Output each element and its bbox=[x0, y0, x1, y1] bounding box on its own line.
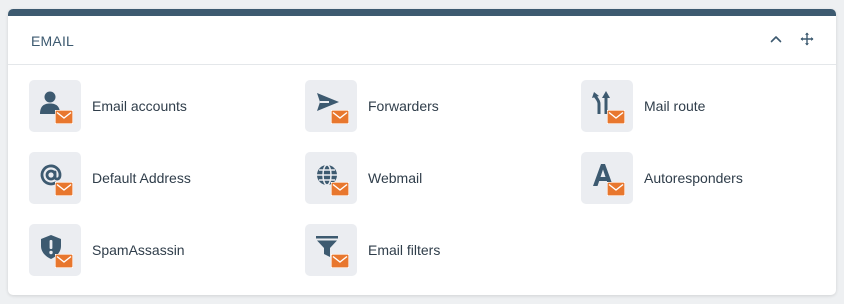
forwarders-tile bbox=[305, 80, 357, 132]
item-label: Email filters bbox=[368, 242, 441, 258]
spamassassin-item[interactable]: SpamAssassin bbox=[29, 224, 185, 276]
webmail-tile bbox=[305, 152, 357, 204]
item-label: SpamAssassin bbox=[92, 242, 185, 258]
item-label: Default Address bbox=[92, 170, 191, 186]
spamassassin-tile bbox=[29, 224, 81, 276]
default-address-tile bbox=[29, 152, 81, 204]
mail-route-item[interactable]: Mail route bbox=[581, 80, 705, 132]
email-filters-item[interactable]: Email filters bbox=[305, 224, 440, 276]
email-panel: EMAIL Email accounts Forwarders Mail rou… bbox=[8, 9, 836, 295]
envelope-icon bbox=[55, 110, 73, 124]
envelope-icon bbox=[331, 110, 349, 124]
chevron-up-icon bbox=[770, 36, 782, 43]
envelope-icon bbox=[607, 182, 625, 196]
autoresponders-item[interactable]: Autoresponders bbox=[581, 152, 743, 204]
envelope-icon bbox=[331, 182, 349, 196]
envelope-icon bbox=[607, 110, 625, 124]
item-label: Webmail bbox=[368, 170, 423, 186]
email-accounts-item[interactable]: Email accounts bbox=[29, 80, 187, 132]
mail-route-tile bbox=[581, 80, 633, 132]
item-label: Email accounts bbox=[92, 98, 187, 114]
envelope-icon bbox=[55, 182, 73, 196]
autoresponders-tile bbox=[581, 152, 633, 204]
move-arrows-icon bbox=[800, 32, 814, 46]
move-handle[interactable] bbox=[797, 29, 817, 49]
panel-title: EMAIL bbox=[31, 33, 75, 49]
panel-header: EMAIL bbox=[8, 16, 836, 65]
item-label: Forwarders bbox=[368, 98, 439, 114]
forwarders-item[interactable]: Forwarders bbox=[305, 80, 439, 132]
item-label: Mail route bbox=[644, 98, 706, 114]
envelope-icon bbox=[331, 254, 349, 268]
email-accounts-tile bbox=[29, 80, 81, 132]
item-label: Autoresponders bbox=[644, 170, 743, 186]
collapse-button[interactable] bbox=[766, 29, 786, 49]
panel-accent-bar bbox=[8, 9, 836, 16]
envelope-icon bbox=[55, 254, 73, 268]
email-filters-tile bbox=[305, 224, 357, 276]
webmail-item[interactable]: Webmail bbox=[305, 152, 422, 204]
default-address-item[interactable]: Default Address bbox=[29, 152, 191, 204]
